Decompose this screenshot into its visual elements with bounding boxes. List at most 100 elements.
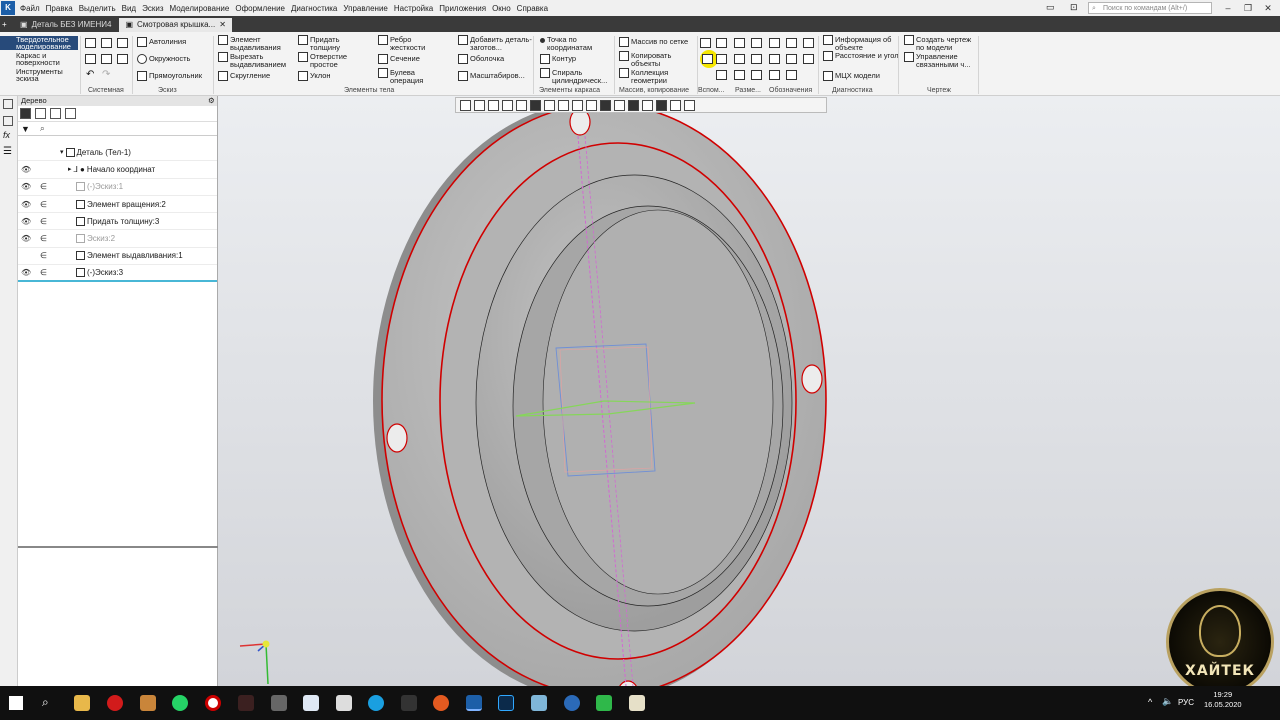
language-indicator[interactable]: РУС (1178, 698, 1194, 707)
display-mode-icon[interactable] (544, 99, 555, 111)
filter-icon[interactable] (656, 99, 667, 111)
collapse-icon[interactable]: ▸ (68, 165, 72, 173)
model-render[interactable] (218, 96, 1280, 686)
search-icon[interactable]: ⌕ (42, 695, 49, 710)
app-icon[interactable] (564, 695, 580, 711)
roughness-icon[interactable] (803, 38, 814, 48)
redo-icon[interactable]: ↷ (102, 69, 110, 80)
new-doc-icon[interactable] (85, 38, 96, 48)
dimension-icon[interactable] (734, 38, 745, 48)
menu-diagnostics[interactable]: Диагностика (288, 4, 340, 13)
manage-linked-button[interactable]: Управление связанными ч... (904, 52, 982, 69)
tab-inspection-cover[interactable]: ▣ Смотровая крышка... ✕ (119, 18, 232, 32)
save-icon[interactable] (117, 38, 128, 48)
menu-design[interactable]: Оформление (232, 4, 288, 13)
open-icon[interactable] (101, 38, 112, 48)
expand-icon[interactable]: ▾ (60, 148, 64, 156)
mode-wireframe-button[interactable]: Каркас и поверхности (3, 52, 77, 67)
layers-icon[interactable] (3, 116, 13, 126)
tree-row[interactable]: ∈ Элемент выдавливания:1 (18, 248, 217, 266)
aux-point-icon[interactable] (702, 54, 713, 64)
hide-icon[interactable] (586, 99, 597, 111)
draft-button[interactable]: Уклон (298, 71, 331, 81)
grid-array-button[interactable]: Массив по сетке (619, 37, 688, 47)
kompas-icon[interactable] (466, 695, 482, 711)
show-aux-icon[interactable] (628, 99, 639, 111)
linear-dim-icon[interactable] (734, 54, 745, 64)
circle-button[interactable]: Окружность (137, 54, 190, 64)
show-edges-icon[interactable] (600, 99, 611, 111)
aux-line-icon[interactable] (716, 54, 727, 64)
visibility-icon[interactable]: 👁 (21, 200, 31, 209)
menu-edit[interactable]: Правка (43, 4, 76, 13)
minimize-button[interactable]: – (1218, 1, 1238, 15)
tree-row-selected[interactable]: 👁 ∈ (-)Эскиз:3 (18, 265, 217, 283)
tree-relations-icon[interactable] (50, 108, 61, 119)
tolerance-icon[interactable] (803, 54, 814, 64)
mode-solid-button[interactable]: Твердотельное моделирование (0, 36, 78, 50)
tree-row[interactable]: 👁 ∈ Элемент вращения:2 (18, 196, 217, 214)
close-tab-icon[interactable]: ✕ (219, 18, 226, 32)
create-drawing-button[interactable]: Создать чертеж по модели (904, 35, 978, 52)
app-icon[interactable] (629, 695, 645, 711)
app-icon[interactable] (401, 695, 417, 711)
app-icon[interactable] (531, 695, 547, 711)
tab-detail[interactable]: ▣ Деталь БЕЗ ИМЕНИ4 (14, 18, 117, 32)
visibility-icon[interactable]: 👁 (21, 268, 31, 277)
add-blank-button[interactable]: Добавить деталь-заготов... (458, 35, 536, 52)
command-search-input[interactable]: ⌕ Поиск по командам (Alt+/) (1088, 2, 1212, 14)
settings-icon[interactable] (117, 54, 128, 64)
browser-icon[interactable] (368, 695, 384, 711)
zoom-window-icon[interactable] (460, 99, 471, 111)
bolt-hole-left[interactable] (386, 423, 408, 453)
menu-modeling[interactable]: Моделирование (166, 4, 232, 13)
visibility-icon[interactable]: 👁 (21, 234, 31, 243)
maximize-button[interactable]: ❐ (1238, 1, 1258, 15)
app-icon[interactable] (596, 695, 612, 711)
visibility-icon[interactable]: 👁 (21, 165, 31, 174)
menu-select[interactable]: Выделить (76, 4, 119, 13)
relation-icon[interactable]: ∈ (40, 217, 47, 226)
notepad-icon[interactable] (303, 695, 319, 711)
record-icon[interactable] (205, 695, 221, 711)
boolean-button[interactable]: Булева операция (378, 68, 440, 85)
mass-props-button[interactable]: МЦХ модели (823, 71, 880, 81)
undo-icon[interactable]: ↶ (86, 69, 94, 80)
section-button[interactable]: Сечение (378, 54, 420, 64)
measure-icon[interactable] (684, 99, 695, 111)
point-by-coords-button[interactable]: Точка по координатам (540, 36, 609, 52)
mark-icon[interactable] (769, 54, 780, 64)
geometry-collection-button[interactable]: Коллекция геометрии (619, 68, 681, 85)
scale-button[interactable]: Масштабиров... (458, 71, 525, 81)
tree-panel-icon[interactable] (3, 99, 13, 109)
tree-view-icon[interactable] (20, 108, 31, 119)
aux-axis-icon[interactable] (716, 38, 727, 48)
hamburger-menu-icon[interactable]: ☰ (3, 146, 12, 157)
relation-icon[interactable]: ∈ (40, 234, 47, 243)
rib-button[interactable]: Ребро жесткости (378, 35, 440, 52)
perspective-icon[interactable] (558, 99, 569, 111)
panel-settings-icon[interactable]: ⚙ (208, 96, 215, 106)
copy-objects-button[interactable]: Копировать объекты (619, 51, 681, 68)
bolt-hole-right[interactable] (801, 364, 823, 394)
shaded-icon[interactable] (530, 99, 541, 111)
radial-dim-icon[interactable] (751, 54, 762, 64)
menu-manage[interactable]: Управление (340, 4, 390, 13)
rectangle-button[interactable]: Прямоугольник (137, 71, 202, 81)
volume-icon[interactable]: 🔈 (1162, 696, 1173, 707)
thicken-button[interactable]: Придать толщину (298, 35, 360, 52)
zoom-icon[interactable] (488, 99, 499, 111)
relation-icon[interactable]: ∈ (40, 200, 47, 209)
filter-icon[interactable]: ▼ (21, 124, 30, 134)
show-dims-icon[interactable] (642, 99, 653, 111)
section-view-icon[interactable] (572, 99, 583, 111)
tree-row[interactable]: 👁 ▸ ⅃ ● Начало координат (18, 161, 217, 179)
tree-structure-icon[interactable] (35, 108, 46, 119)
photoshop-icon[interactable] (498, 695, 514, 711)
shell-button[interactable]: Оболочка (458, 54, 504, 64)
fillet-button[interactable]: Скругление (218, 71, 270, 81)
angle-dim-icon[interactable] (751, 38, 762, 48)
new-tab-icon[interactable]: + (0, 18, 12, 32)
relation-icon[interactable]: ∈ (40, 268, 47, 277)
distance-angle-button[interactable]: Расстояние и угол (823, 51, 901, 61)
